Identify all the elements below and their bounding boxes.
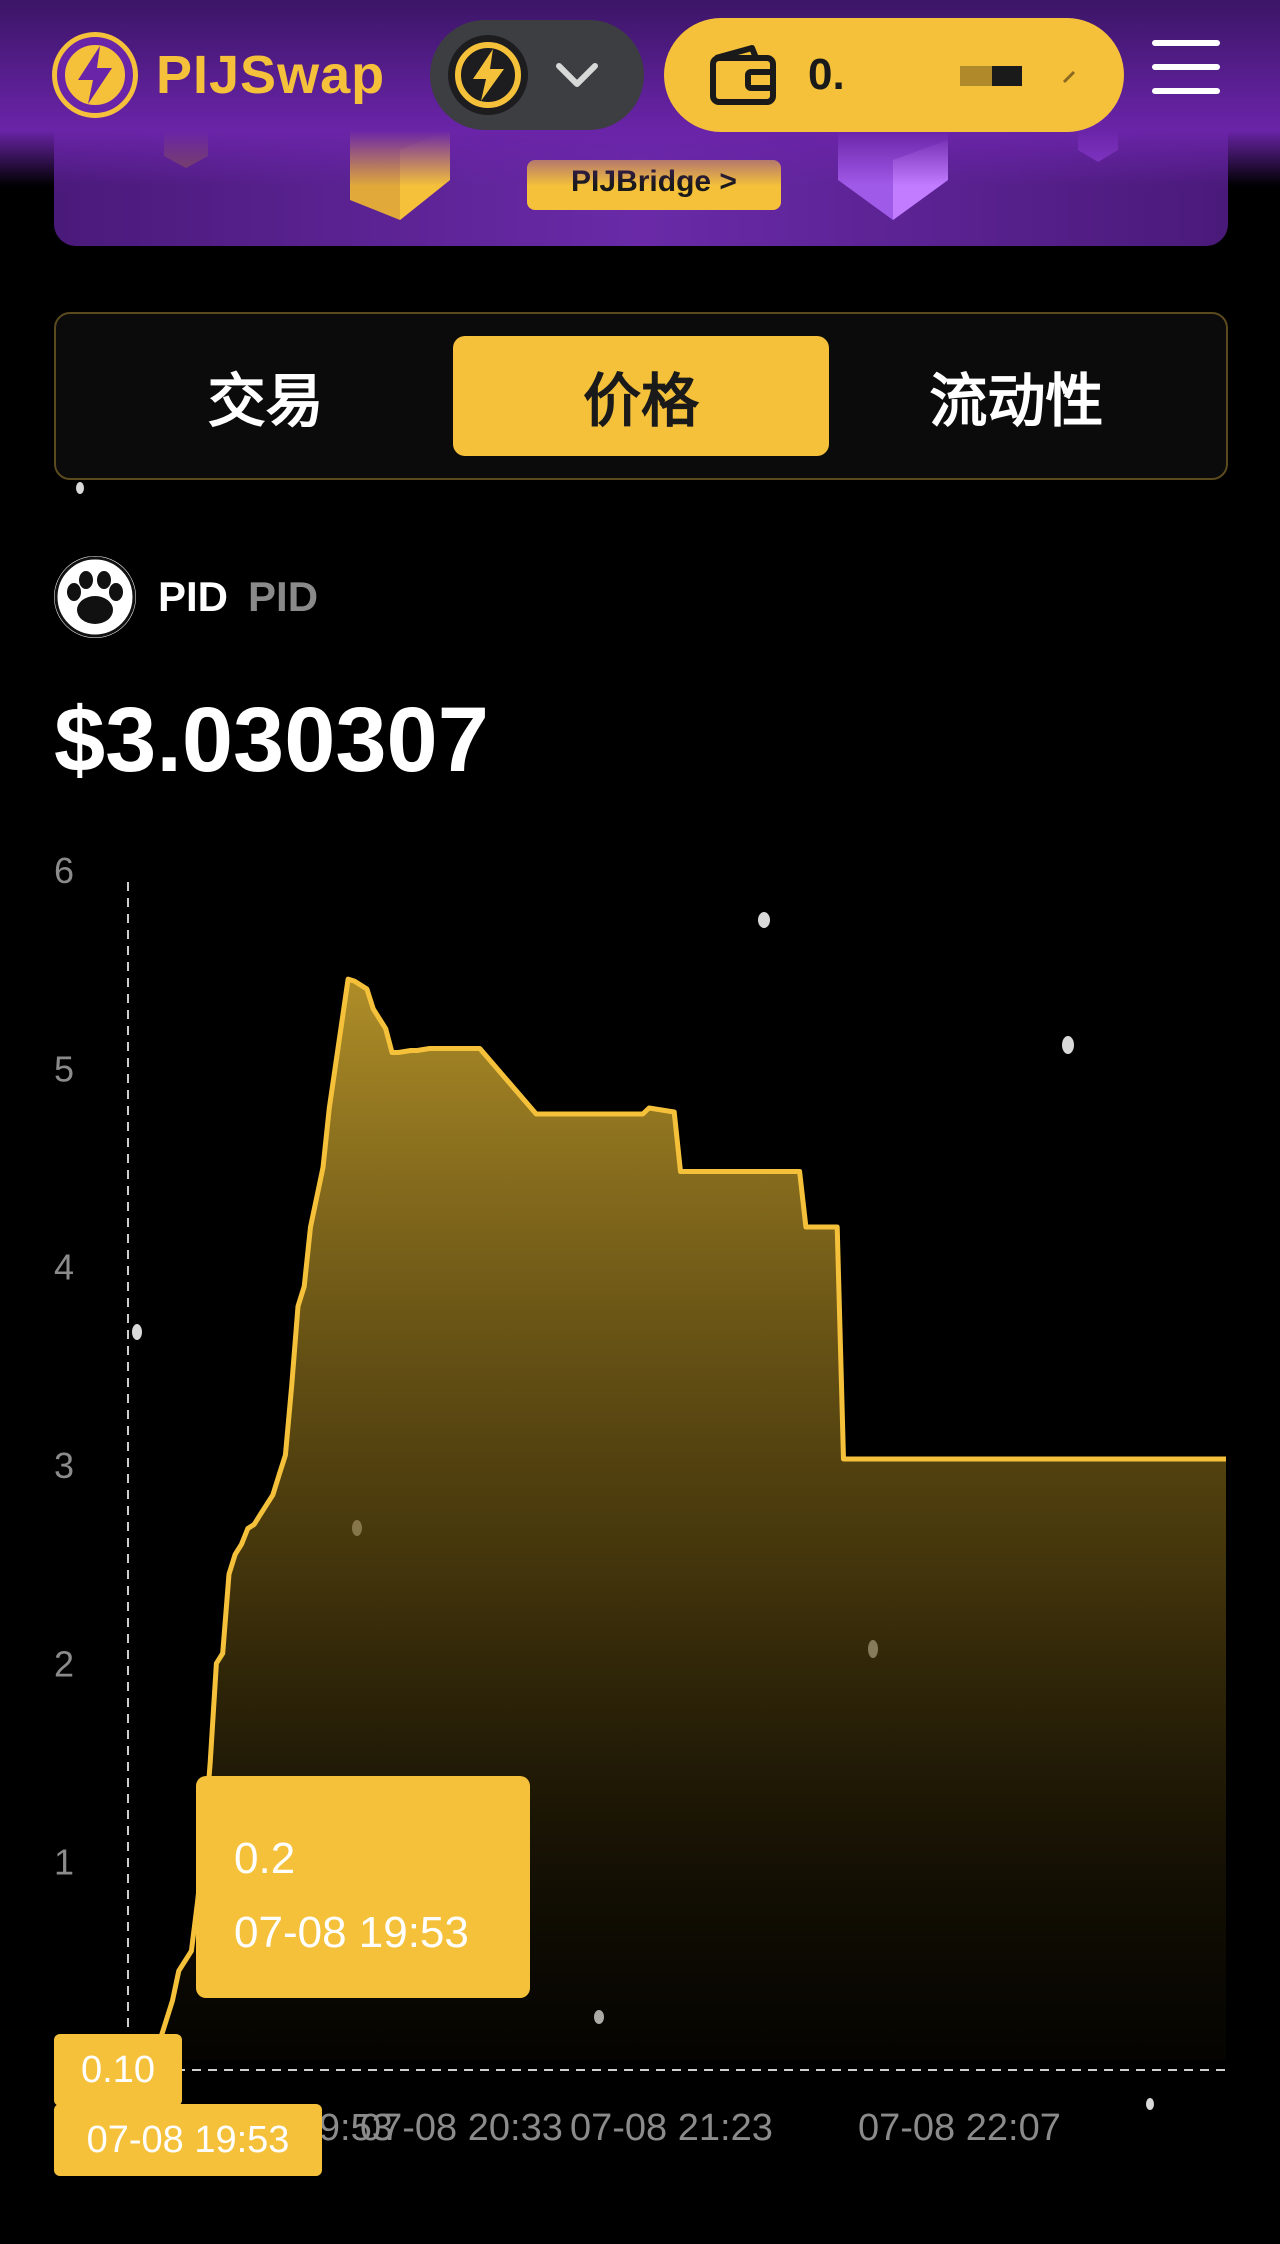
crosshair-x-label: 07-08 19:53 [54, 2104, 322, 2176]
current-price: $3.030307 [54, 689, 489, 791]
x-axis-tick-label: 07-08 20:33 [360, 2107, 563, 2149]
x-axis-tick-label: 07-08 21:23 [570, 2107, 773, 2149]
y-axis-tick-label: 5 [54, 1048, 74, 1089]
price-chart-svg: 6 5 4 3 2 1 07-08 19:53 07-08 20:3307-08 21:23… [54, 850, 1228, 2149]
view-tabs: 交易 价格 流动性 [54, 312, 1228, 480]
top-header: PIJSwap 0. [0, 0, 1280, 186]
app-logo[interactable]: PIJSwap [52, 32, 385, 118]
price-chart[interactable]: 6 5 4 3 2 1 07-08 19:53 07-08 20:3307-08 21:23… [0, 830, 1280, 2230]
y-axis-tick-label: 2 [54, 1643, 74, 1684]
token-symbol: PID [158, 573, 229, 620]
chart-tooltip: 0.2 07-08 19:53 [196, 1776, 530, 1998]
token-header: PID PID [54, 556, 318, 638]
network-selector[interactable] [430, 20, 644, 130]
tab-liquidity[interactable]: 流动性 [829, 336, 1204, 456]
price-screen: PIJBridge > PIJSwap [0, 0, 1280, 2244]
y-axis-tick-label: 4 [54, 1247, 74, 1288]
paw-token-icon [54, 556, 136, 638]
wallet-icon [710, 45, 776, 105]
x-axis-tick-label: 07-08 22:07 [858, 2107, 1061, 2149]
y-axis-tick-label: 3 [54, 1445, 74, 1486]
tooltip-time: 07-08 19:53 [234, 1908, 469, 1957]
bolt-network-icon [448, 35, 528, 115]
tab-trade[interactable]: 交易 [78, 336, 453, 456]
tooltip-value: 0.2 [234, 1834, 296, 1883]
tab-price[interactable]: 价格 [453, 336, 829, 456]
redacted-balance [960, 66, 1076, 86]
bolt-logo-icon [52, 32, 138, 118]
wallet-balance: 0. [808, 50, 845, 99]
y-axis-tick-label: 1 [54, 1842, 74, 1883]
app-name: PIJSwap [156, 45, 386, 105]
hamburger-menu-icon[interactable] [1152, 40, 1220, 108]
sparkle-decoration [76, 482, 84, 494]
chevron-down-icon [556, 63, 598, 87]
crosshair-y-label: 0.10 [54, 2034, 182, 2106]
y-axis-tick-label: 6 [54, 850, 74, 891]
token-name: PID [248, 573, 319, 620]
wallet-button[interactable]: 0. [664, 18, 1124, 132]
